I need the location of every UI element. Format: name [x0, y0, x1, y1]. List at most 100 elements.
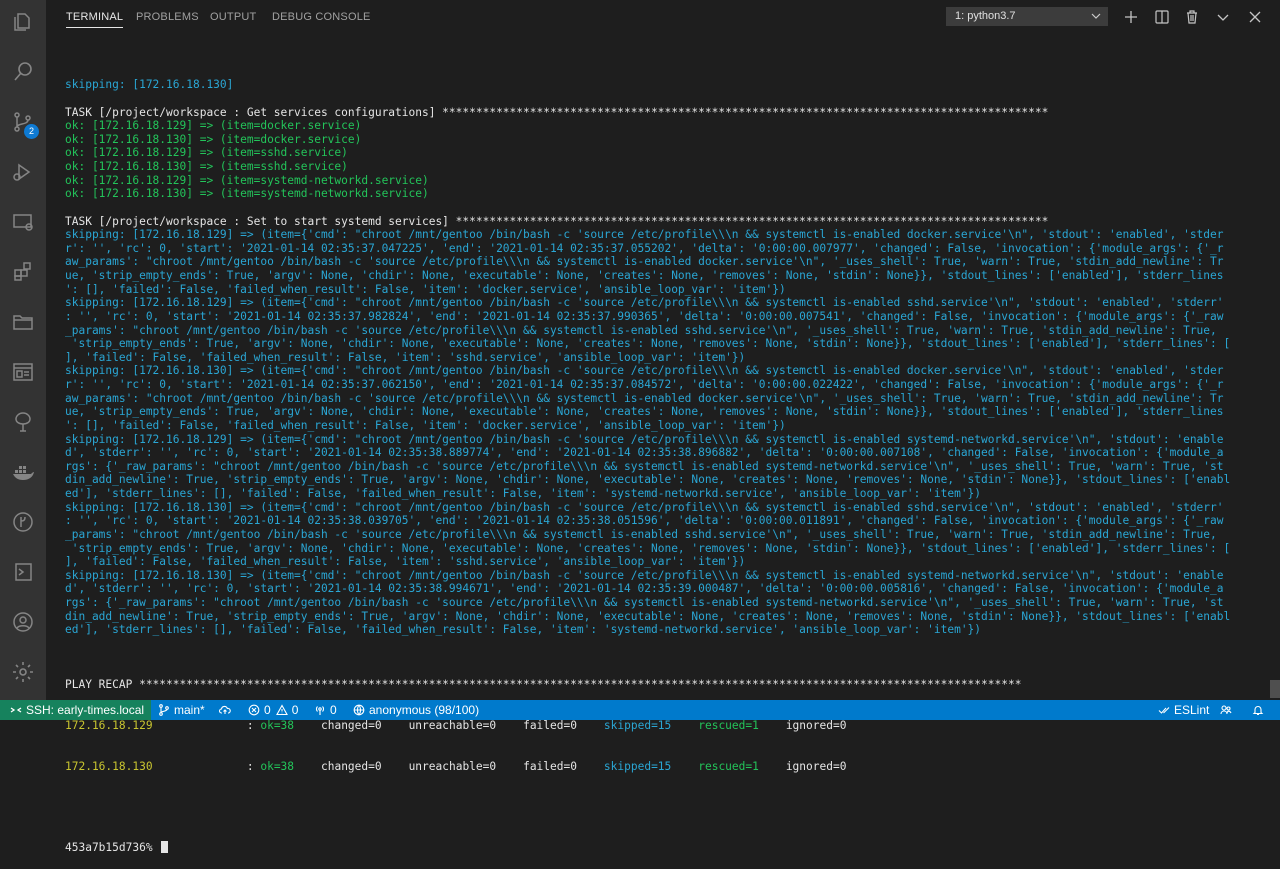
account-icon[interactable] — [0, 600, 46, 644]
terminal-line: ], 'failed': False, 'failed_when_result'… — [65, 350, 746, 364]
terminal-line: din_add_newline': True, 'strip_empty_end… — [65, 473, 1231, 487]
run-debug-icon[interactable] — [0, 150, 46, 194]
broadcast-icon — [315, 706, 325, 715]
terminal-line: ue, 'strip_empty_ends': True, 'argv': No… — [65, 405, 1224, 419]
terminal-select[interactable]: 1: python3.7 — [946, 7, 1108, 26]
git-graph-icon[interactable] — [0, 500, 46, 544]
terminal-line: din_add_newline': True, 'strip_empty_end… — [65, 609, 1231, 623]
terminal-icon[interactable] — [0, 550, 46, 594]
terminal-line: TASK [/project/workspace : Set to start … — [65, 214, 1049, 228]
recap-unreachable: unreachable=0 — [408, 759, 497, 773]
remote-icon — [10, 707, 22, 713]
status-bar: SSH: early-times.local main* 0 0 0 anony… — [0, 700, 1280, 720]
branch-indicator[interactable]: main* — [158, 700, 205, 720]
terminal-line: _params': "chroot /mnt/gentoo /bin/bash … — [65, 323, 1217, 337]
terminal-line: ok: [172.16.18.130] => (item=sshd.servic… — [65, 160, 348, 174]
feedback-button[interactable] — [1220, 700, 1236, 720]
account-indicator[interactable]: anonymous (98/100) — [353, 700, 479, 720]
terminal-line: _params': "chroot /mnt/gentoo /bin/bash … — [65, 527, 1217, 541]
tab-output[interactable]: OUTPUT — [210, 0, 256, 34]
terminal-line: ': [], 'failed': False, 'failed_when_res… — [65, 282, 786, 296]
cloud-upload-icon — [219, 705, 231, 714]
recap-skipped: skipped=15 — [603, 759, 672, 773]
terminal-line: 'strip_empty_ends': True, 'argv': None, … — [65, 337, 1231, 351]
notifications-button[interactable] — [1252, 700, 1268, 720]
source-control-badge: 2 — [24, 124, 39, 139]
terminal-scrollbar[interactable] — [1270, 680, 1280, 698]
docker-icon[interactable] — [0, 450, 46, 494]
terminal-line: ok: [172.16.18.130] => (item=systemd-net… — [65, 187, 429, 201]
terminal-line: skipping: [172.16.18.130] => (item={'cmd… — [65, 500, 1224, 514]
terminal-line: ok: [172.16.18.129] => (item=systemd-net… — [65, 173, 429, 187]
shell-prompt: 453a7b15d736% — [65, 841, 153, 855]
terminal-line: : '', 'rc': 0, 'start': '2021-01-14 02:3… — [65, 309, 1224, 323]
eslint-label: ESLint — [1174, 703, 1210, 717]
recap-host: 172.16.18.130 — [65, 759, 153, 773]
terminal-line: skipping: [172.16.18.130] => (item={'cmd… — [65, 364, 1224, 378]
tab-problems[interactable]: PROBLEMS — [136, 0, 199, 34]
terminal-line: ed'], 'stderr_lines': [], 'failed': Fals… — [65, 623, 982, 637]
recap-failed: failed=0 — [523, 759, 577, 773]
recap-failed: failed=0 — [523, 718, 577, 732]
tree-icon[interactable] — [0, 400, 46, 444]
check-all-icon — [1158, 707, 1170, 714]
terminal-line: ok: [172.16.18.129] => (item=sshd.servic… — [65, 146, 348, 160]
recap-host: 172.16.18.129 — [65, 718, 153, 732]
terminal-line: d', 'stderr': '', 'rc': 0, 'start': '202… — [65, 582, 1224, 596]
tab-debug-console[interactable]: DEBUG CONSOLE — [272, 0, 371, 34]
eslint-indicator[interactable]: ESLint — [1158, 700, 1209, 720]
recap-ignored: ignored=0 — [785, 759, 847, 773]
new-terminal-button[interactable] — [1121, 7, 1141, 27]
terminal-line: ok: [172.16.18.129] => (item=docker.serv… — [65, 119, 362, 133]
error-count: 0 — [264, 703, 271, 717]
terminal-line: r': '', 'rc': 0, 'start': '2021-01-14 02… — [65, 378, 1224, 392]
terminal-line: ue, 'strip_empty_ends': True, 'argv': No… — [65, 269, 1224, 283]
problems-indicator[interactable]: 0 0 — [248, 700, 298, 720]
recap-row: 172.16.18.130 : ok=38 changed=0 unreacha… — [65, 759, 847, 773]
warning-icon — [275, 704, 288, 716]
sync-button[interactable] — [219, 700, 235, 720]
recap-header: PLAY RECAP *****************************… — [65, 677, 1022, 691]
explorer-icon[interactable] — [0, 0, 46, 44]
trash-icon — [1187, 10, 1197, 24]
terminal-line: skipping: [172.16.18.130] — [65, 78, 234, 92]
close-panel-button[interactable] — [1245, 7, 1265, 27]
terminal-line: ], 'failed': False, 'failed_when_result'… — [65, 555, 746, 569]
search-icon[interactable] — [0, 50, 46, 94]
browser-preview-icon[interactable] — [0, 350, 46, 394]
extensions-icon[interactable] — [0, 250, 46, 294]
tab-terminal[interactable]: TERMINAL — [66, 0, 124, 34]
remote-indicator[interactable]: SSH: early-times.local — [0, 700, 151, 720]
kill-terminal-button[interactable] — [1182, 7, 1202, 27]
terminal-line: ok: [172.16.18.130] => (item=docker.serv… — [65, 132, 362, 146]
terminal-line: : '', 'rc': 0, 'start': '2021-01-14 02:3… — [65, 514, 1224, 528]
terminal-select-value: 1: python3.7 — [955, 10, 1016, 22]
terminal-line: d', 'stderr': '', 'rc': 0, 'start': '202… — [65, 446, 1224, 460]
git-branch-icon — [159, 704, 169, 716]
folder-icon[interactable] — [0, 300, 46, 344]
split-icon — [1155, 10, 1169, 24]
recap-rescued: rescued=1 — [698, 718, 759, 732]
remote-explorer-icon[interactable] — [0, 200, 46, 244]
terminal-line: skipping: [172.16.18.130] => (item={'cmd… — [65, 568, 1224, 582]
source-control-icon[interactable]: 2 — [0, 100, 46, 144]
settings-gear-icon[interactable] — [0, 650, 46, 694]
split-terminal-button[interactable] — [1152, 7, 1172, 27]
recap-changed: changed=0 — [320, 759, 382, 773]
recap-skipped: skipped=15 — [603, 718, 672, 732]
recap-unreachable: unreachable=0 — [408, 718, 497, 732]
ports-indicator[interactable]: 0 — [314, 700, 337, 720]
recap-row: 172.16.18.129 : ok=38 changed=0 unreacha… — [65, 718, 847, 732]
ports-count: 0 — [330, 703, 337, 717]
terminal-line: ': [], 'failed': False, 'failed_when_res… — [65, 418, 786, 432]
prompt-line[interactable]: 453a7b15d736% — [65, 841, 1265, 855]
terminal-output[interactable]: skipping: [172.16.18.130] TASK [/project/… — [65, 51, 1265, 854]
terminal-line: ed'], 'stderr_lines': [], 'failed': Fals… — [65, 487, 982, 501]
terminal-line: skipping: [172.16.18.129] => (item={'cmd… — [65, 228, 1224, 242]
maximize-panel-button[interactable] — [1213, 7, 1233, 27]
feedback-icon — [1220, 705, 1232, 715]
error-icon — [248, 704, 260, 716]
